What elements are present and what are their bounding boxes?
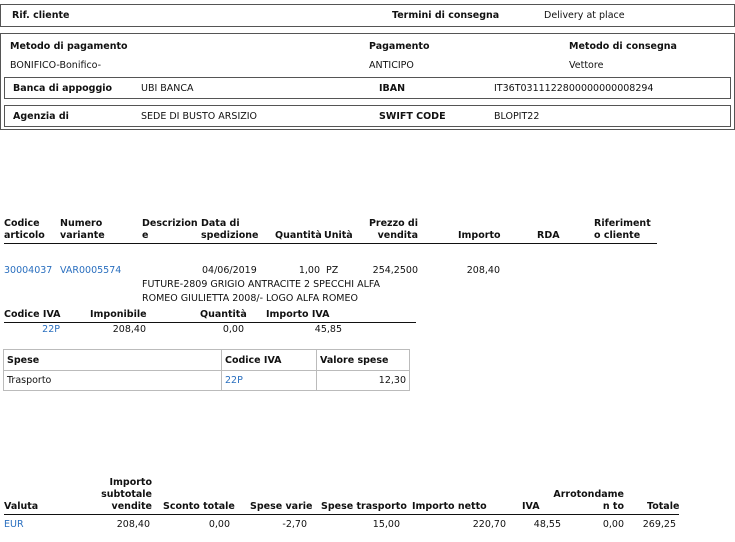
agenzia-value: SEDE DI BUSTO ARSIZIO (141, 111, 258, 122)
spese-col-spese: Spese (3, 349, 222, 371)
agenzia-label: Agenzia di (13, 111, 69, 122)
col-riferimenti-cliente: Riferiment o cliente (594, 218, 651, 241)
metodo-consegna-value: Vettore (569, 60, 604, 71)
iva-row-importo: 45,85 (314, 324, 342, 335)
rif-cliente-label: Rif. cliente (12, 10, 70, 21)
col-prezzo-vendita: Prezzo di vendita (368, 218, 418, 241)
tot-row-iva: 48,55 (533, 519, 561, 530)
iva-col-imponibile: Imponibile (90, 309, 147, 320)
termini-label: Termini di consegna (392, 10, 500, 21)
termini-value: Delivery at place (544, 10, 625, 21)
banca-label: Banca di appoggio (13, 83, 113, 94)
tot-col-subtotale: Importo subtotale vendite (101, 477, 152, 512)
col-quantita: Quantità (275, 230, 322, 241)
tot-col-totale: Totale (647, 501, 680, 512)
iva-col-quantita: Quantità (200, 309, 247, 320)
tot-col-arrotondamento: Arrotondamen to (553, 489, 624, 512)
tot-row-valuta[interactable]: EUR (4, 519, 24, 530)
tot-col-netto: Importo netto (412, 501, 487, 512)
metodo-consegna-label: Metodo di consegna (569, 41, 677, 52)
col-importo: Importo (458, 230, 501, 241)
pagamento-label: Pagamento (369, 41, 430, 52)
spese-row-valore: 12,30 (316, 370, 410, 391)
spese-table: Spese Codice IVA Valore spese Trasporto … (3, 349, 410, 391)
col-rda: RDA (537, 230, 560, 241)
tot-row-sconto: 0,00 (208, 519, 230, 530)
tot-row-netto: 220,70 (472, 519, 506, 530)
swift-label: SWIFT CODE (379, 111, 446, 122)
metodo-pagamento-value: BONIFICO-Bonifico- (10, 60, 102, 71)
spese-col-valore: Valore spese (316, 349, 410, 371)
col-numero-variante: Numero variante (60, 218, 105, 241)
iva-header-underline (4, 322, 416, 323)
tot-row-arrotondamento: 0,00 (602, 519, 624, 530)
col-descrizione: Descrizion e (142, 218, 198, 241)
lines-header-underline (4, 243, 657, 244)
iva-col-importo: Importo IVA (266, 309, 330, 320)
swift-value: BLOPIT22 (494, 111, 540, 122)
iban-label: IBAN (379, 83, 406, 94)
col-codice-articolo: Codice articolo (4, 218, 45, 241)
spese-row-spese: Trasporto (3, 370, 222, 391)
row-codice-articolo[interactable]: 30004037 (4, 265, 52, 276)
agenzia-row (4, 105, 731, 127)
tot-row-trasporto: 15,00 (372, 519, 400, 530)
row-numero-variante[interactable]: VAR0005574 (60, 265, 121, 276)
iva-col-codice: Codice IVA (4, 309, 61, 320)
totals-header-underline (4, 514, 679, 515)
iban-value: IT36T0311122800000000008294 (494, 83, 654, 94)
tot-col-trasporto: Spese trasporto (321, 501, 407, 512)
iva-row-codice[interactable]: 22P (30, 324, 60, 335)
tot-col-iva: IVA (522, 501, 540, 512)
row-descrizione: FUTURE-2809 GRIGIO ANTRACITE 2 SPECCHI A… (142, 279, 380, 304)
banca-value: UBI BANCA (141, 83, 194, 94)
tot-row-totale: 269,25 (642, 519, 676, 530)
iva-row-imponibile: 208,40 (112, 324, 146, 335)
tot-col-varie: Spese varie (250, 501, 313, 512)
tot-col-valuta: Valuta (4, 501, 39, 512)
spese-row-codice[interactable]: 22P (221, 370, 317, 391)
iva-row-quantita: 0,00 (222, 324, 244, 335)
pagamento-value: ANTICIPO (369, 60, 414, 71)
tot-row-subtotale: 208,40 (116, 519, 150, 530)
spese-col-codice: Codice IVA (221, 349, 317, 371)
tot-row-varie: -2,70 (282, 519, 307, 530)
row-prezzo-vendita: 254,2500 (372, 265, 418, 276)
tot-col-sconto: Sconto totale (163, 501, 235, 512)
col-unita: Unità (324, 230, 353, 241)
col-data-spedizione: Data di spedizione (201, 218, 259, 241)
row-quantita: 1,00 (298, 265, 320, 276)
row-unita: PZ (326, 265, 339, 276)
metodo-pagamento-label: Metodo di pagamento (10, 41, 128, 52)
row-importo: 208,40 (466, 265, 500, 276)
row-data-spedizione: 04/06/2019 (202, 265, 257, 276)
